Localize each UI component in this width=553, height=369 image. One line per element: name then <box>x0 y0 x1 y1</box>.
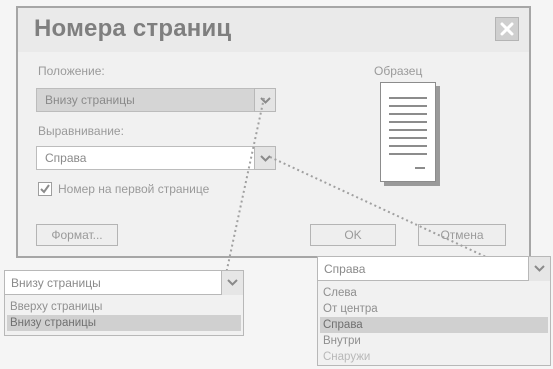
position-dropdown-toggle[interactable] <box>221 271 243 295</box>
alignment-option-outside[interactable]: Снаружи <box>320 349 548 365</box>
preview-text-line <box>389 129 427 131</box>
alignment-option-center[interactable]: От центра <box>320 301 548 317</box>
ok-button[interactable]: OK <box>310 224 396 246</box>
position-dropdown-list: Внизу страницы Вверху страницы Внизу стр… <box>4 270 244 336</box>
screenshot-stage: Номера страниц Положение: Внизу страницы… <box>0 0 553 369</box>
alignment-option-left[interactable]: Слева <box>320 285 548 301</box>
alignment-dropdown-list: Справа Слева От центра Справа Внутри Сна… <box>317 256 551 366</box>
preview-text-line <box>389 105 427 107</box>
position-option-bottom[interactable]: Внизу страницы <box>7 315 241 331</box>
preview-text-line <box>389 145 427 147</box>
alignment-dropdown-current-value: Справа <box>324 262 366 276</box>
alignment-dropdown-button[interactable] <box>254 146 276 170</box>
alignment-dropdown-current[interactable]: Справа <box>318 257 550 281</box>
preview-text-line <box>389 113 427 115</box>
preview-text-line <box>389 137 427 139</box>
chevron-down-icon <box>260 97 271 104</box>
preview-text-line <box>389 97 427 99</box>
dialog-title: Номера страниц <box>34 15 232 42</box>
check-icon <box>40 184 50 194</box>
first-page-number-label: Номер на первой странице <box>58 182 210 196</box>
first-page-number-checkbox[interactable] <box>38 182 52 196</box>
alignment-dropdown-toggle[interactable] <box>528 257 550 281</box>
position-select[interactable]: Внизу страницы <box>36 88 276 112</box>
alignment-select[interactable]: Справа <box>36 146 276 170</box>
position-select-value: Внизу страницы <box>45 93 135 107</box>
chevron-down-icon <box>227 279 238 286</box>
position-dropdown-current-value: Внизу страницы <box>11 276 101 290</box>
cancel-button[interactable]: Отмена <box>418 224 506 246</box>
alignment-option-inside[interactable]: Внутри <box>320 333 548 349</box>
preview-page <box>380 82 436 182</box>
preview-text-line <box>389 153 427 155</box>
close-icon <box>500 22 514 36</box>
chevron-down-icon <box>260 155 271 162</box>
preview-page-number <box>415 167 425 169</box>
alignment-option-right[interactable]: Справа <box>320 317 548 333</box>
preview-label: Образец <box>374 64 423 78</box>
close-button[interactable] <box>495 17 519 41</box>
position-option-top[interactable]: Вверху страницы <box>7 299 241 315</box>
preview-text-line <box>389 121 427 123</box>
chevron-down-icon <box>534 265 545 272</box>
position-dropdown-button[interactable] <box>254 88 276 112</box>
position-dropdown-current[interactable]: Внизу страницы <box>5 271 243 295</box>
alignment-select-value: Справа <box>45 151 87 165</box>
page-numbers-dialog: Номера страниц Положение: Внизу страницы… <box>16 6 531 258</box>
position-label: Положение: <box>38 64 105 78</box>
dialog-titlebar: Номера страниц <box>18 8 529 52</box>
format-button[interactable]: Формат... <box>36 224 118 246</box>
alignment-label: Выравнивание: <box>38 124 124 138</box>
